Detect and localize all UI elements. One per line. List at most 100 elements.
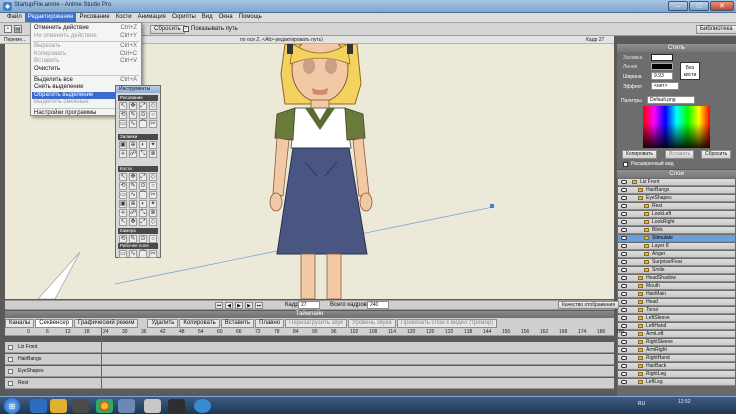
show-path-checkbox[interactable]: ✓	[183, 26, 189, 32]
menu-item[interactable]: Редактирование	[24, 13, 77, 22]
layer-row[interactable]: HairBangs	[618, 187, 735, 194]
tool-button-icon[interactable]: ✎	[129, 111, 137, 119]
eye-icon[interactable]	[621, 212, 627, 216]
layer-row[interactable]: RightLeg	[618, 371, 735, 378]
menu-item[interactable]: Анимация	[135, 13, 169, 22]
layer-row[interactable]: RightSleeve	[618, 339, 735, 346]
tool-button-icon[interactable]: ⌒	[139, 120, 147, 128]
no-brush-button[interactable]: Без кисти	[680, 62, 700, 80]
track-visibility-icon[interactable]	[8, 369, 13, 374]
menu-item[interactable]: Рисование	[76, 13, 112, 22]
tool-button-icon[interactable]: ∿	[129, 120, 137, 128]
eye-icon[interactable]	[621, 244, 627, 248]
ie-icon[interactable]	[30, 399, 47, 413]
layer-row[interactable]: Smile	[618, 267, 735, 274]
start-button-icon[interactable]: ⊞	[4, 398, 20, 414]
tool-button-icon[interactable]: ⤢	[139, 218, 147, 226]
tool-button-icon[interactable]: ☍	[129, 209, 137, 217]
copy-style-button[interactable]: Копировать	[622, 150, 657, 159]
tool-button-icon[interactable]: ↖	[119, 173, 127, 181]
eye-icon[interactable]	[621, 284, 627, 288]
layer-row[interactable]: Surprise/Fear	[618, 259, 735, 266]
tool-button-icon[interactable]: ⊙	[139, 235, 147, 243]
timeline-ruler[interactable]: 0 6 12 18 24 30 36 42 48 54 60 66 72 78 84 90 96 102 108 11…	[5, 328, 624, 336]
menu-item[interactable]: Файл	[4, 13, 25, 22]
total-frames-input[interactable]: 240	[367, 301, 389, 309]
track-visibility-icon[interactable]	[8, 357, 13, 362]
tool-button-icon[interactable]: ✦	[149, 200, 157, 208]
play-icon[interactable]: ▶	[235, 302, 243, 309]
close-button[interactable]: ✕	[710, 1, 734, 11]
reset-style-button[interactable]: Сбросить	[701, 150, 732, 159]
layer-row[interactable]: Stimulate	[618, 235, 735, 242]
tool-button-icon[interactable]: ▭	[119, 191, 127, 199]
layer-row[interactable]: Layer 8	[618, 243, 735, 250]
edit-menu-item[interactable]: Отменить действие Ctrl+Z	[32, 25, 140, 32]
timeline-track[interactable]: HairBangs	[5, 354, 614, 365]
eye-icon[interactable]	[621, 300, 627, 304]
eye-icon[interactable]	[621, 268, 627, 272]
tool-button-icon[interactable]: ⤢	[139, 102, 147, 110]
timeline-button[interactable]: Удалить	[147, 318, 179, 328]
timeline-track[interactable]: Rest	[5, 378, 614, 389]
eye-icon[interactable]	[621, 196, 627, 200]
eye-icon[interactable]	[621, 308, 627, 312]
layer-row[interactable]: Head	[618, 299, 735, 306]
track-visibility-icon[interactable]	[8, 345, 13, 350]
tool-button-icon[interactable]: ○	[149, 235, 157, 243]
layer-row[interactable]: Liz Front	[618, 179, 735, 186]
palette-select[interactable]: Default.png	[647, 96, 695, 104]
menu-item[interactable]: Окна	[216, 13, 236, 22]
prev-frame-icon[interactable]: ◀	[225, 302, 233, 309]
edit-menu-item[interactable]: Выделить все Ctrl+A	[32, 77, 140, 84]
track-visibility-icon[interactable]	[8, 381, 13, 386]
timeline-tab[interactable]: Графический режим	[74, 318, 139, 328]
library-button[interactable]: Библиотека	[696, 25, 736, 34]
eye-icon[interactable]	[621, 220, 627, 224]
new-file-icon[interactable]: ▫	[4, 25, 12, 33]
media-icon[interactable]	[72, 399, 89, 413]
layer-row[interactable]: Rest	[618, 203, 735, 210]
layer-row[interactable]: LookRight	[618, 219, 735, 226]
tool-button-icon[interactable]: ∿	[129, 250, 137, 258]
palette-color-picker[interactable]	[643, 106, 710, 148]
effect-select[interactable]: <нет>	[651, 82, 679, 90]
eye-icon[interactable]	[621, 356, 627, 360]
menu-item[interactable]: Кости	[113, 13, 135, 22]
layer-row[interactable]: Blink	[618, 227, 735, 234]
eye-icon[interactable]	[621, 204, 627, 208]
tool-button-icon[interactable]: ✎	[129, 182, 137, 190]
tool-button-icon[interactable]: ◐	[139, 200, 147, 208]
tool-button-icon[interactable]: ✦	[149, 141, 157, 149]
paste-style-button[interactable]: Вставить	[665, 150, 695, 159]
layer-row[interactable]: ArmLeft	[618, 331, 735, 338]
tool-button-icon[interactable]: ⟲	[119, 235, 127, 243]
eye-icon[interactable]	[621, 348, 627, 352]
layer-row[interactable]: LeftSleeve	[618, 315, 735, 322]
tool-button-icon[interactable]: ⊕	[129, 200, 137, 208]
timeline-button[interactable]: Вставить	[220, 318, 255, 328]
fill-color-swatch[interactable]	[651, 54, 673, 61]
eye-icon[interactable]	[621, 316, 627, 320]
tool-button-icon[interactable]: ○	[149, 111, 157, 119]
eye-icon[interactable]	[621, 292, 627, 296]
tool-button-icon[interactable]: ⊙	[139, 111, 147, 119]
layer-row[interactable]: ArmRight	[618, 347, 735, 354]
edit-menu-item[interactable]: Очистить	[32, 66, 140, 73]
menu-item[interactable]: Помощь	[236, 13, 265, 22]
next-frame-icon[interactable]: ▶	[245, 302, 253, 309]
edit-menu-item[interactable]: Копировать Ctrl+C	[32, 51, 140, 58]
tool-button-icon[interactable]: ✥	[129, 173, 137, 181]
menu-item[interactable]: Вид	[199, 13, 216, 22]
layer-row[interactable]: Torso	[618, 307, 735, 314]
timeline-tab[interactable]: Секвенсер	[35, 318, 74, 328]
tool-button-icon[interactable]: ✥	[129, 102, 137, 110]
tool-button-icon[interactable]: ↖	[119, 218, 127, 226]
tool-button-icon[interactable]: ⤢	[139, 173, 147, 181]
first-frame-icon[interactable]: ⏮	[215, 302, 223, 309]
app-window-icon-3[interactable]	[168, 399, 185, 413]
language-indicator[interactable]: RU	[638, 401, 645, 407]
timeline-track[interactable]: Liz Front	[5, 342, 614, 353]
chrome-icon[interactable]	[96, 399, 113, 413]
layer-row[interactable]: LeftHand	[618, 323, 735, 330]
